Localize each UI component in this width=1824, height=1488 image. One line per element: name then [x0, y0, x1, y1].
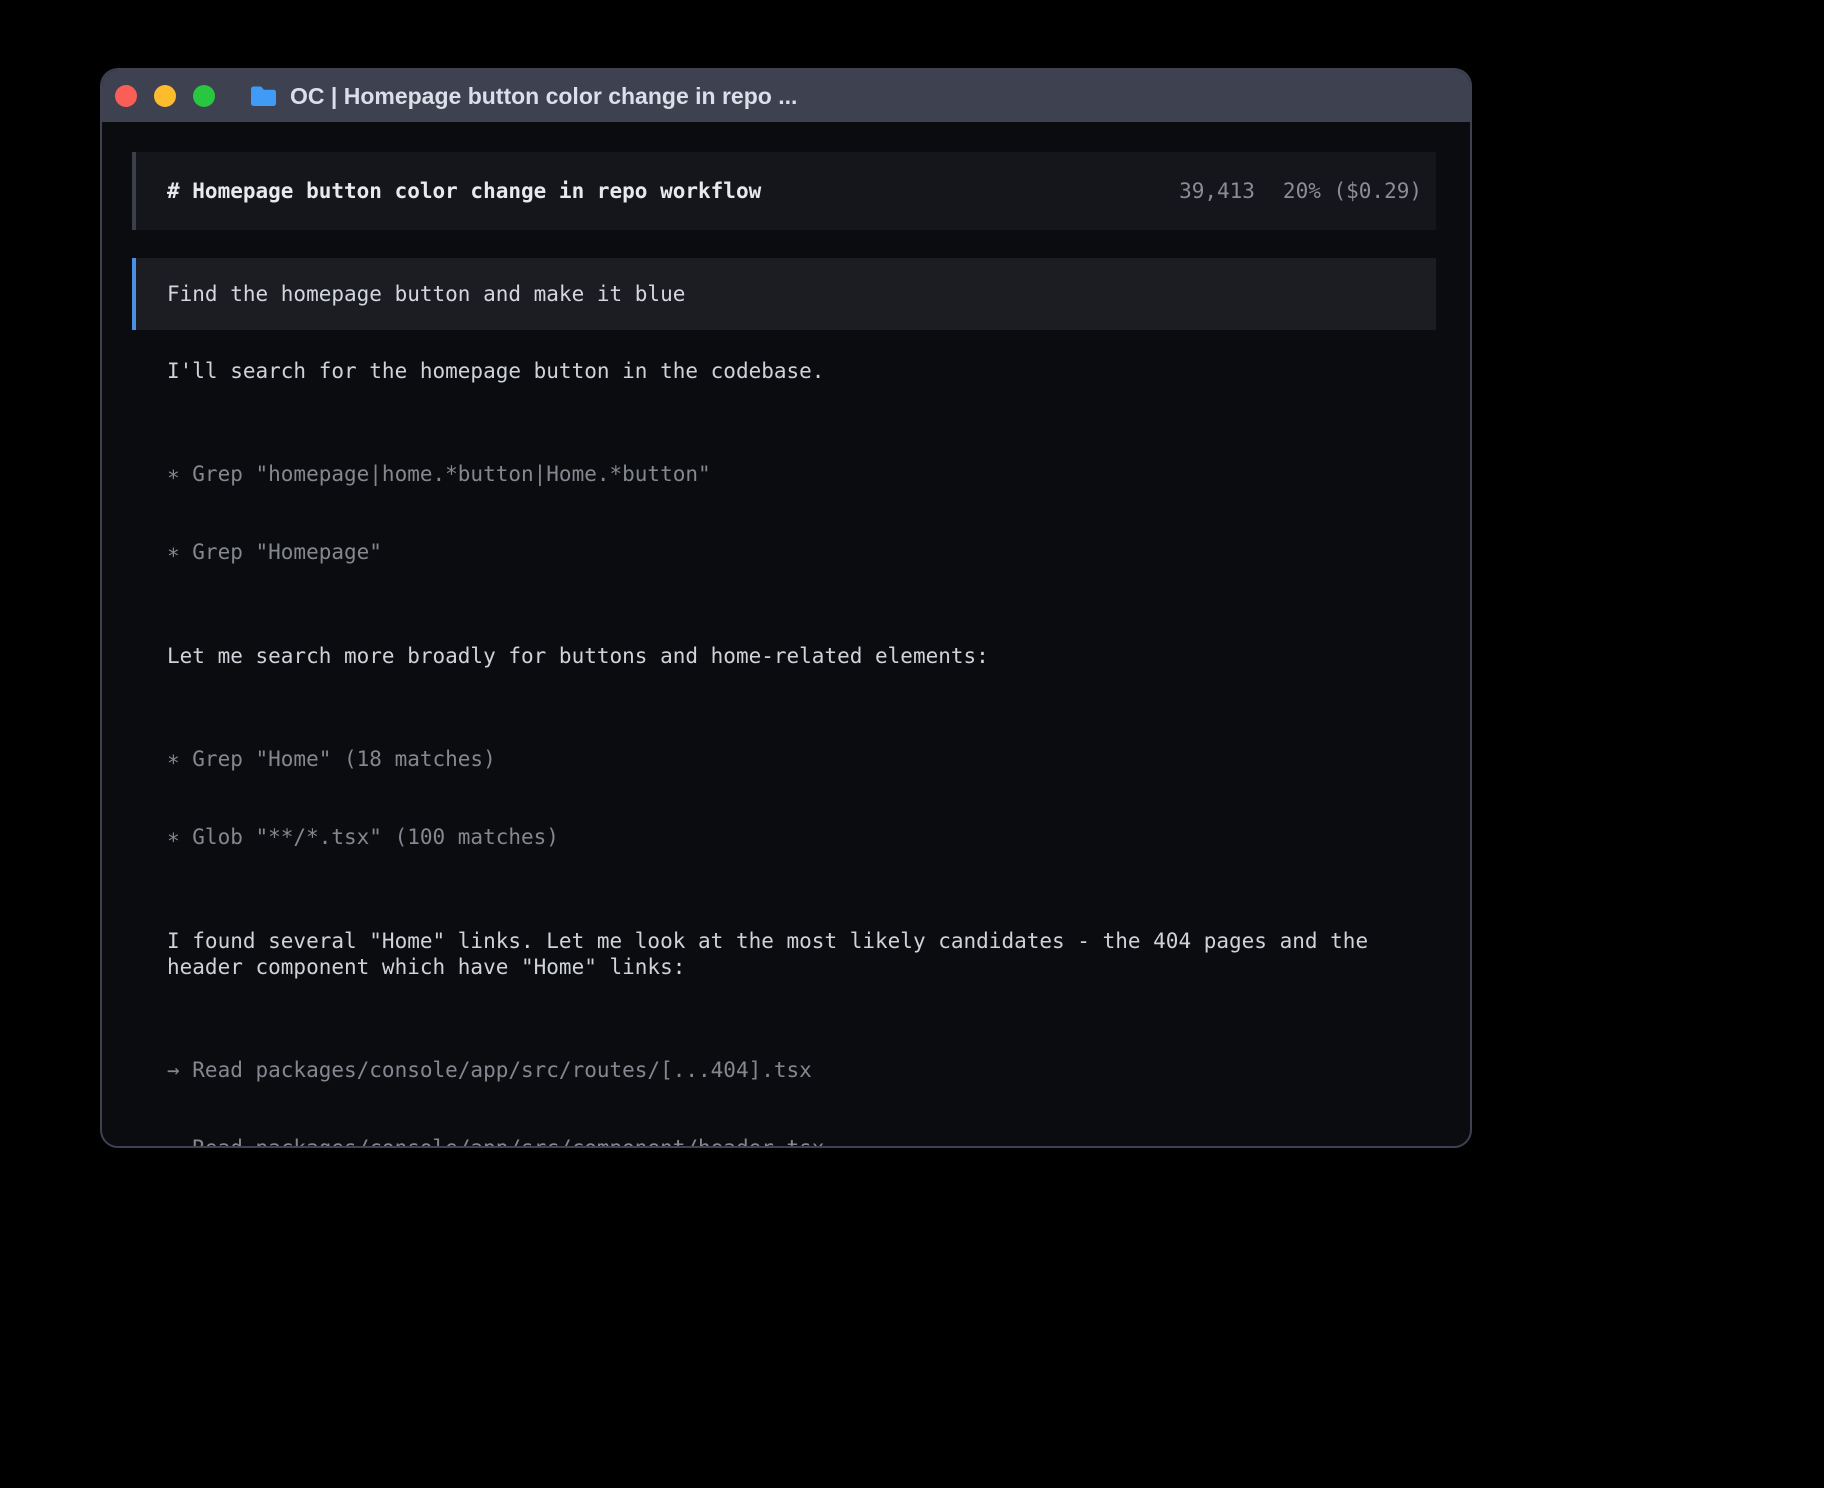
session-header: # Homepage button color change in repo w…: [132, 152, 1436, 230]
token-count: 39,413: [1179, 178, 1255, 204]
tool-call-grep: ∗ Grep "homepage|home.*button|Home.*butt…: [167, 461, 1436, 487]
tool-call-group: ∗ Grep "homepage|home.*button|Home.*butt…: [167, 409, 1436, 617]
session-title: # Homepage button color change in repo w…: [167, 178, 761, 204]
terminal-content: # Homepage button color change in repo w…: [102, 122, 1470, 1148]
assistant-text: Let me search more broadly for buttons a…: [167, 643, 1436, 669]
tool-call-read: → Read packages/console/app/src/componen…: [167, 1135, 1436, 1148]
window-title: OC | Homepage button color change in rep…: [290, 83, 797, 110]
tool-call-read: → Read packages/console/app/src/routes/[…: [167, 1057, 1436, 1083]
tool-call-grep: ∗ Grep "Home" (18 matches): [167, 746, 1436, 772]
user-message-text: Find the homepage button and make it blu…: [167, 281, 685, 307]
window-titlebar[interactable]: OC | Homepage button color change in rep…: [102, 70, 1470, 122]
user-message: Find the homepage button and make it blu…: [132, 258, 1436, 330]
session-stats: 39,413 20% ($0.29): [1179, 178, 1422, 204]
assistant-text: I'll search for the homepage button in t…: [167, 358, 1436, 384]
terminal-window: OC | Homepage button color change in rep…: [100, 68, 1472, 1148]
context-usage: 20% ($0.29): [1283, 178, 1422, 204]
tool-call-group: ∗ Grep "Home" (18 matches) ∗ Glob "**/*.…: [167, 694, 1436, 902]
zoom-button[interactable]: [193, 85, 215, 107]
close-button[interactable]: [115, 85, 137, 107]
tool-call-glob: ∗ Glob "**/*.tsx" (100 matches): [167, 824, 1436, 850]
folder-icon: [250, 85, 277, 107]
assistant-text: I found several "Home" links. Let me loo…: [167, 928, 1436, 980]
tool-call-grep: ∗ Grep "Homepage": [167, 539, 1436, 565]
tool-call-group: → Read packages/console/app/src/routes/[…: [167, 1005, 1436, 1148]
minimize-button[interactable]: [154, 85, 176, 107]
